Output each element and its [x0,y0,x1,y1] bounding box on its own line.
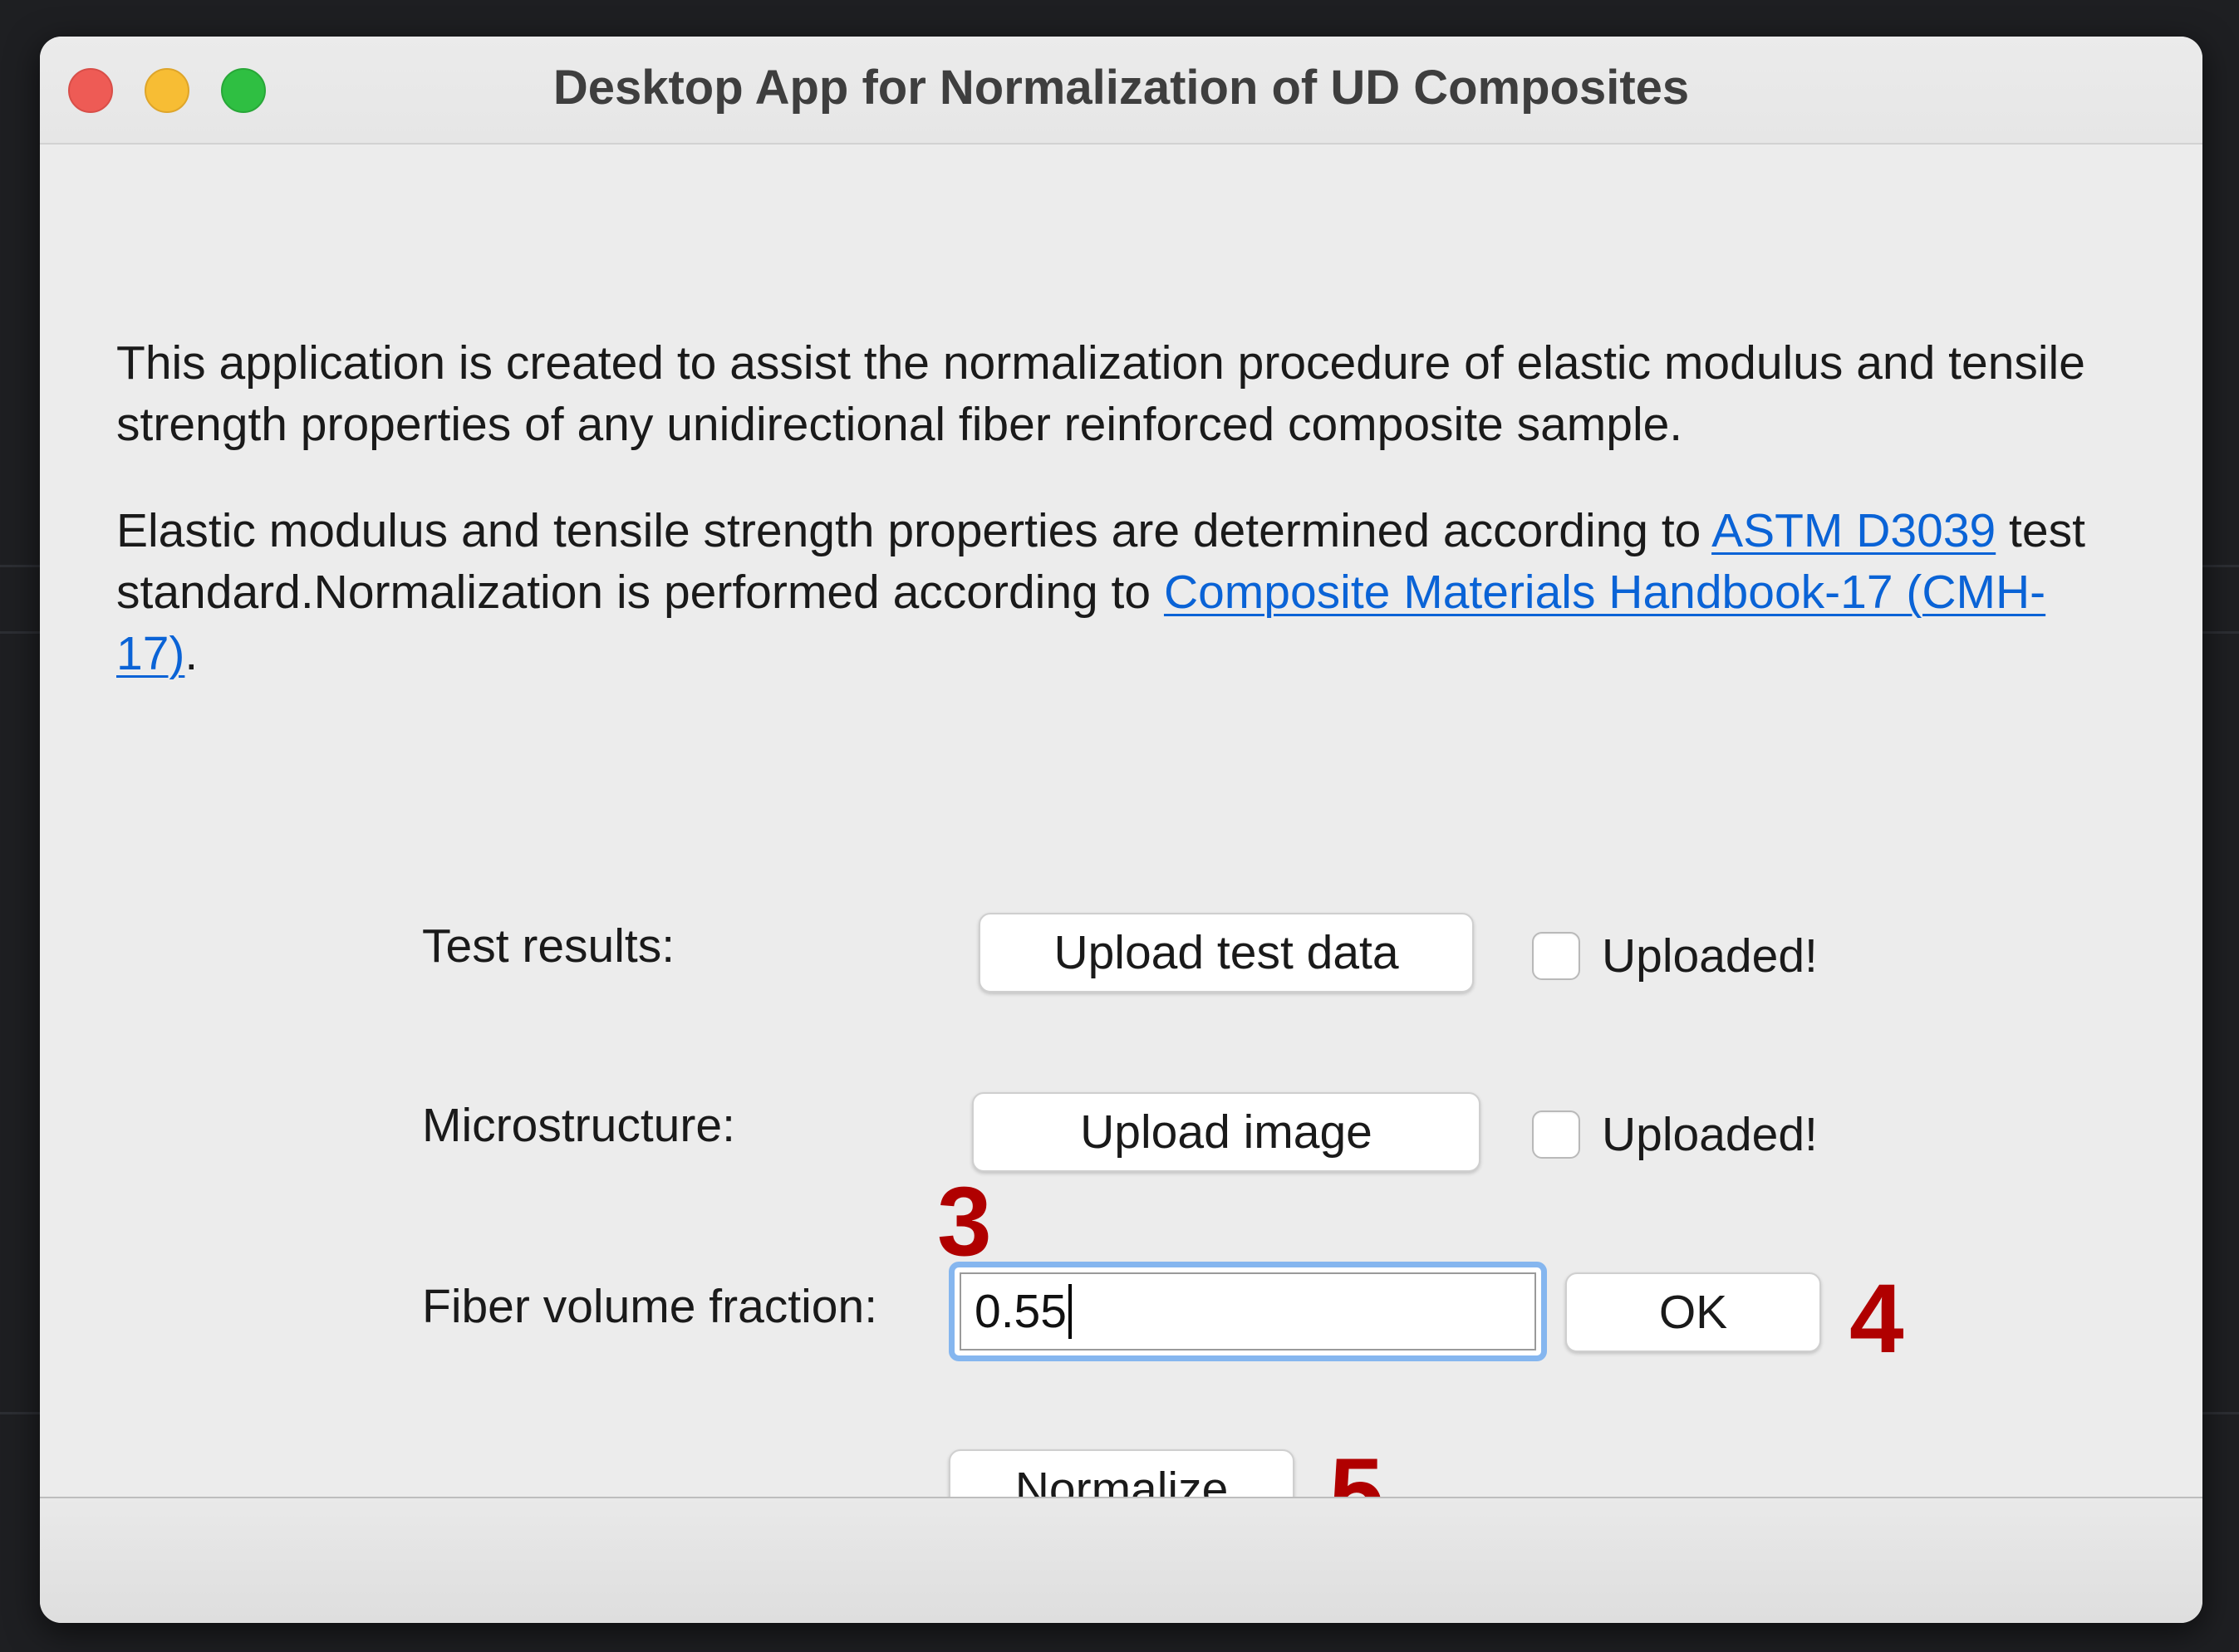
main-content: This application is created to assist th… [40,145,2202,1542]
window-title: Desktop App for Normalization of UD Comp… [552,61,1690,115]
image-uploaded-checkbox-group: Uploaded! [1532,1107,1818,1162]
fiber-volume-fraction-input[interactable]: 0.55 [960,1272,1536,1351]
image-uploaded-label: Uploaded! [1602,1108,1818,1161]
fiber-volume-fraction-value: 0.55 [975,1285,1067,1338]
text-caret [1068,1284,1072,1339]
title-bar: Desktop App for Normalization of UD Comp… [40,37,2202,145]
standards-paragraph: Elastic modulus and tensile strength pro… [116,500,2127,684]
test-results-label: Test results: [422,919,675,973]
test-data-uploaded-label: Uploaded! [1602,929,1818,983]
standards-text-suffix: . [184,627,199,680]
intro-paragraph: This application is created to assist th… [116,336,2085,451]
standards-text-prefix: Elastic modulus and tensile strength pro… [116,504,1712,557]
window-bottom-bar [40,1497,2202,1623]
app-window: Desktop App for Normalization of UD Comp… [40,37,2202,1623]
step-3-annotation: 3 [937,1167,992,1277]
step-4-annotation: 4 [1849,1264,1904,1374]
upload-test-data-button[interactable]: Upload test data [979,913,1474,993]
image-uploaded-checkbox[interactable] [1532,1110,1580,1159]
astm-d3039-link[interactable]: ASTM D3039 [1711,504,1996,557]
upload-image-button[interactable]: Upload image [972,1092,1480,1172]
fiber-volume-fraction-label: Fiber volume fraction: [422,1280,878,1333]
test-data-uploaded-checkbox[interactable] [1532,932,1580,980]
microstructure-label: Microstructure: [422,1099,735,1152]
ok-button[interactable]: OK [1565,1272,1821,1352]
fiber-volume-input-focus-ring: 0.55 [949,1262,1547,1361]
test-data-uploaded-checkbox-group: Uploaded! [1532,929,1818,983]
